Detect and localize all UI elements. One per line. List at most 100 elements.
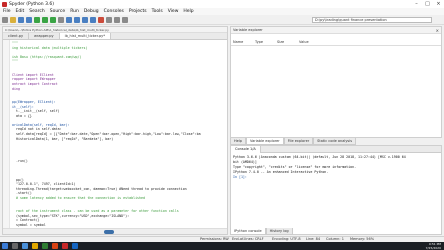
debug-icon[interactable] (66, 16, 72, 23)
menu-projects[interactable]: Projects (129, 9, 147, 14)
maximize-icon[interactable]: □ (422, 0, 433, 8)
menu-consoles[interactable]: Consoles (104, 9, 124, 14)
tab-file-explorer[interactable]: File explorer (283, 138, 314, 145)
scrollbar-thumb[interactable] (104, 230, 114, 234)
column-value[interactable]: Value (297, 39, 319, 45)
code-line: HistoricalData(1, bar, ["reqId", "Bardat… (12, 136, 114, 141)
run-cell-advance-icon[interactable] (50, 16, 56, 23)
variable-explorer-header: Variable explorer × (231, 27, 441, 34)
code-line: rapper import EWrapper (12, 77, 56, 82)
spyder-logo-icon (2, 1, 7, 7)
variable-explorer-pane: Variable explorer × Name Type Size Value (230, 26, 442, 138)
console-tab[interactable]: Console 1/A (231, 145, 261, 153)
code-line: self.data[reqId] = [{"Date":bar.date,"Op… (12, 132, 201, 136)
step-return-icon[interactable] (90, 16, 96, 23)
tab-ipython-console[interactable]: IPython console (230, 228, 266, 235)
tab-wrapper[interactable]: wrapper.py (29, 33, 60, 39)
code-line: pp() (12, 177, 24, 182)
code-line: .start() (12, 191, 32, 196)
code-line: """ (12, 41, 18, 45)
run-selection-icon[interactable] (58, 16, 64, 23)
browser-icon[interactable] (72, 243, 78, 249)
tab-static-code-analysis[interactable]: Static code analysis (313, 138, 357, 145)
save-icon[interactable] (18, 16, 24, 23)
open-file-icon[interactable] (10, 16, 16, 23)
search-icon[interactable] (12, 243, 18, 249)
close-icon[interactable]: × (433, 0, 444, 8)
preferences-icon[interactable] (114, 16, 120, 23)
column-type[interactable]: Type (253, 39, 275, 45)
menu-search[interactable]: Search (29, 9, 44, 14)
menu-help[interactable]: Help (183, 9, 193, 14)
run-icon[interactable] (34, 16, 40, 23)
file-explorer-icon[interactable] (32, 243, 38, 249)
code-line: t.__init__(self, self) (12, 109, 60, 114)
maximize-pane-icon[interactable] (106, 16, 112, 23)
menu-view[interactable]: View (168, 9, 179, 14)
editor-horizontal-scrollbar[interactable] (3, 228, 227, 234)
menu-tools[interactable]: Tools (152, 9, 163, 14)
stop-debug-icon[interactable] (98, 16, 104, 23)
console-line: In [1]: (233, 175, 247, 179)
tab-history-log[interactable]: History log (265, 228, 293, 235)
system-clock: 9:51 PM 7/25/2020 (426, 242, 441, 250)
console-bottom-tabs: IPython console History log (230, 228, 293, 235)
working-directory-input[interactable]: D:\py\trading\quant finance presentation (312, 17, 432, 23)
column-size[interactable]: Size (275, 39, 297, 45)
code-line: """ (12, 59, 18, 64)
title-bar: Spyder (Python 3.6) – □ × (0, 0, 444, 8)
menu-source[interactable]: Source (50, 9, 65, 14)
run-cell-icon[interactable] (42, 16, 48, 23)
clock-date: 7/25/2020 (425, 246, 441, 250)
code-editor[interactable]: """ ing historical data (multiple tickers… (3, 40, 227, 228)
menu-edit[interactable]: Edit (16, 9, 25, 14)
console-output[interactable]: Python 3.6.6 |Anaconda custom (64-bit)| … (231, 153, 441, 182)
task-view-icon[interactable] (22, 243, 28, 249)
code-line: oricalData(self, reqId, bar): (12, 122, 70, 127)
editor-tabs: client.py wrapper.py ib_hist_multi_ticke… (3, 33, 227, 40)
step-icon[interactable] (74, 16, 80, 23)
code-line: it__(self): (12, 104, 34, 109)
save-all-icon[interactable] (26, 16, 32, 23)
editor-pane: C:\Users\...\Entire Python API\A_histori… (2, 26, 228, 235)
console-tab-bar: Console 1/A (231, 145, 441, 153)
menu-file[interactable]: File (3, 9, 11, 14)
ipython-console-pane: Console 1/A Python 3.6.6 |Anaconda custo… (230, 145, 442, 235)
minimize-icon[interactable]: – (411, 0, 422, 8)
code-line: ract of the instrument class - can be us… (12, 209, 179, 214)
tab-help[interactable]: Help (230, 138, 246, 145)
powerpoint-icon[interactable] (52, 243, 58, 249)
code-line: Client import EClient (12, 72, 54, 77)
code-line: # some latency added to ensure that the … (12, 195, 145, 200)
variable-table-header: Name Type Size Value (231, 39, 441, 46)
tab-client[interactable]: client.py (3, 33, 30, 39)
code-line: reqId not in self.data: (12, 127, 62, 132)
new-file-icon[interactable] (2, 16, 8, 23)
windows-taskbar: 9:51 PM 7/25/2020 (0, 242, 444, 250)
window-title: Spyder (Python 3.6) (9, 1, 54, 7)
code-line: ontract import Contract (12, 81, 58, 86)
menu-debug[interactable]: Debug (84, 9, 99, 14)
code-line: ing historical data (multiple tickers) (12, 45, 88, 50)
code-line: threading.Thread(target=websocket_con, d… (12, 186, 187, 191)
start-icon[interactable] (2, 243, 8, 249)
menu-bar: File Edit Search Source Run Debug Consol… (0, 8, 444, 15)
code-line: = Contract() (12, 218, 40, 223)
pane-close-icon[interactable]: × (436, 27, 439, 34)
spyder-taskbar-icon[interactable] (62, 243, 68, 249)
excel-icon[interactable] (42, 243, 48, 249)
code-line: ish Basu (https://rasquant.com/wp/) (12, 54, 82, 59)
code-line: (symbol,sec_type="STK",currency="USD",ex… (12, 213, 130, 218)
variable-explorer-title: Variable explorer (233, 28, 263, 32)
tab-variable-explorer[interactable]: Variable explorer (245, 138, 284, 145)
code-line: .run() (12, 159, 28, 164)
menu-run[interactable]: Run (70, 9, 79, 14)
code-line: ata = {} (12, 113, 32, 118)
code-line: symbol = symbol (12, 223, 46, 227)
main-toolbar: D:\py\trading\quant finance presentation (0, 15, 444, 25)
tab-ib-hist-multi-ticker[interactable]: ib_hist_multi_ticker.py* (59, 33, 111, 39)
window-controls: – □ × (411, 0, 444, 8)
step-into-icon[interactable] (82, 16, 88, 23)
pythonpath-icon[interactable] (122, 16, 128, 23)
column-name[interactable]: Name (231, 39, 253, 45)
